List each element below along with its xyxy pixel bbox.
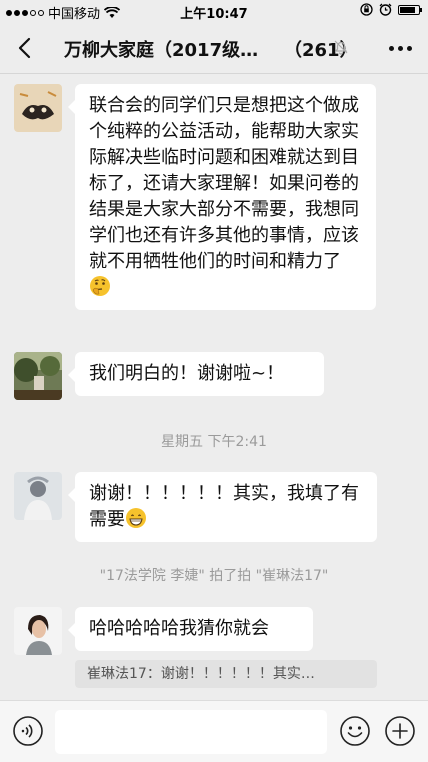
back-button[interactable] (14, 36, 38, 60)
message-bubble[interactable]: 哈哈哈哈哈我猜你就会 (68, 607, 313, 651)
avatar[interactable] (14, 607, 62, 655)
message-bubble[interactable]: 联合会的同学们只是想把这个做成个纯粹的公益活动，能帮助大家实际解决些临时问题和困… (68, 84, 376, 310)
message-bubble[interactable]: 谢谢！！！！！！其实，我填了有需要 (68, 472, 377, 542)
input-bar (0, 700, 428, 762)
status-bar: 中国移动 上午10:47 (0, 0, 428, 22)
message-text: 我们明白的！谢谢啦~！ (89, 363, 285, 384)
person-photo-avatar-icon (14, 472, 62, 520)
message-text: 联合会的同学们只是想把这个做成个纯粹的公益活动，能帮助大家实际解决些临时问题和困… (89, 95, 359, 272)
alarm-icon (379, 3, 392, 16)
lock-rotation-icon (360, 3, 373, 16)
person-photo-avatar-icon (14, 607, 62, 655)
more-options-button[interactable] (386, 36, 414, 60)
message-bubble[interactable]: 我们明白的！谢谢啦~！ (68, 352, 324, 396)
thinking-face-emoji-icon (90, 276, 110, 296)
mute-bell-icon (334, 40, 348, 55)
avatar[interactable] (14, 472, 62, 520)
system-message: "17法学院 李婕" 拍了拍 "崔琳法17" (99, 568, 329, 584)
emoji-button[interactable] (339, 715, 371, 747)
message-input[interactable] (55, 710, 327, 754)
quoted-message[interactable]: 崔琳法17：谢谢！！！！！！其实… (75, 660, 377, 688)
more-functions-button[interactable] (384, 715, 416, 747)
battery-icon (398, 4, 422, 15)
landscape-photo-avatar-icon (14, 352, 62, 400)
avatar[interactable] (14, 84, 62, 132)
cat-drawing-avatar-icon (14, 84, 62, 132)
grinning-face-emoji-icon (126, 508, 146, 528)
voice-input-button[interactable] (12, 715, 44, 747)
chat-header: 万柳大家庭（2017级… （261） (0, 22, 428, 74)
timestamp: 星期五 下午2:41 (161, 434, 267, 450)
message-text: 哈哈哈哈哈我猜你就会 (89, 618, 269, 639)
avatar[interactable] (14, 352, 62, 400)
